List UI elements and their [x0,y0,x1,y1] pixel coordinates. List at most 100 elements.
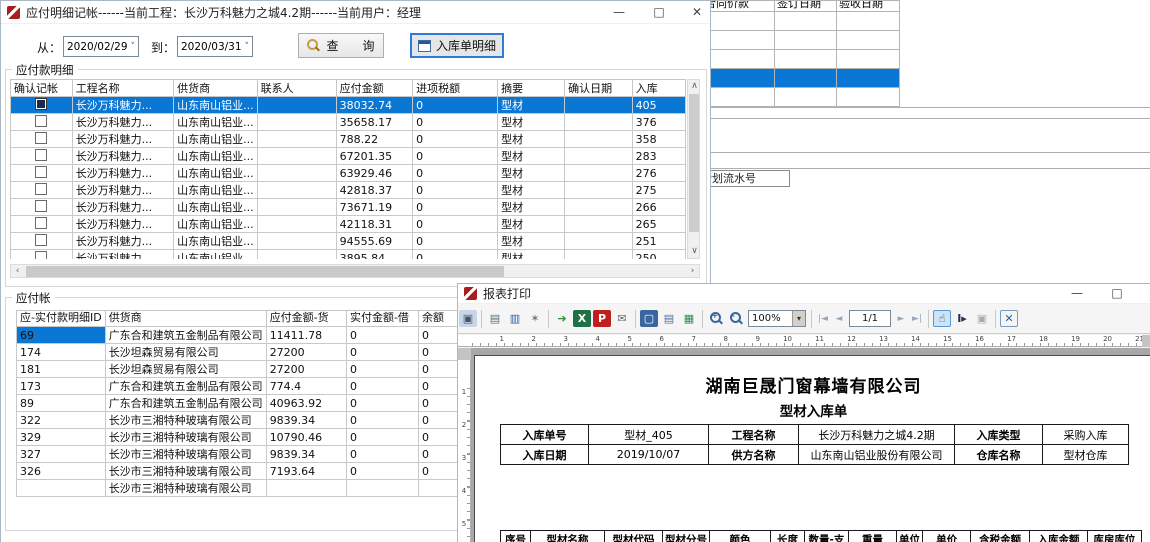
close-preview-icon[interactable]: ✕ [1000,310,1018,327]
column-header[interactable]: 进项税额 [413,80,498,97]
confirm-checkbox[interactable] [35,98,47,110]
table-row[interactable]: 长沙万科魅力... 山东南山铝业... 63929.46 0 型材 276 [11,165,686,182]
page-setup-icon[interactable]: ▥ [506,310,524,327]
table-row[interactable]: 长沙万科魅力... 山东南山铝业... 67201.35 0 型材 283 [11,148,686,165]
column-header[interactable]: 摘要 [498,80,565,97]
column-header[interactable]: 工程名称 [72,80,173,97]
table-row[interactable] [703,88,900,107]
inbound-detail-button[interactable]: 入库单明细 [410,33,504,58]
column-header[interactable]: 确认日期 [565,80,633,97]
titlebar[interactable]: 应付明细记帐------当前工程：长沙万科魅力之城4.2期------当前用户：… [1,1,710,24]
table-row[interactable]: 89 广东合和建筑五金制品有限公司 40963.92 0 0 [17,395,460,412]
table-row[interactable]: 长沙万科魅力... 山东南山铝业... 94555.69 0 型材 251 [11,233,686,250]
confirm-checkbox[interactable] [35,132,47,144]
zoom-out-icon[interactable]: - [727,310,745,327]
confirm-checkbox[interactable] [35,149,47,161]
cell-supplier: 山东南山铝业... [174,233,258,250]
table-row[interactable]: 181 长沙坦森贸易有限公司 27200 0 0 [17,361,460,378]
zoom-select[interactable]: 100% ▾ [748,310,806,327]
scroll-up-icon[interactable]: ∧ [688,80,701,93]
last-page-button[interactable]: ►| [909,314,925,324]
hand-tool-icon[interactable]: ☝ [933,310,951,327]
scroll-down-icon[interactable]: ∨ [688,245,701,258]
chevron-down-icon[interactable]: ▾ [792,311,805,326]
confirm-checkbox[interactable] [35,183,47,195]
column-header[interactable]: 入库 [632,80,685,97]
next-page-button[interactable]: ► [893,314,909,324]
maximize-button[interactable]: □ [644,3,674,22]
table-row[interactable] [703,12,900,31]
confirm-checkbox[interactable] [35,217,47,229]
column-header[interactable]: 余额 [418,311,459,327]
table-row[interactable]: 长沙万科魅力... 山东南山铝业... 35658.17 0 型材 376 [11,114,686,131]
export-icon[interactable]: ➔ [553,310,571,327]
document-icon[interactable]: ▤ [660,310,678,327]
first-page-button[interactable]: |◄ [815,314,831,324]
table-row[interactable]: 长沙万科魅力... 山东南山铝业... 38032.74 0 型材 405 [11,97,686,114]
vertical-scrollbar[interactable]: ∧ ∨ [687,79,700,259]
table-row[interactable]: 长沙市三湘特种玻璃有限公司 [17,480,460,497]
minimize-button[interactable]: — [604,3,634,22]
table-row[interactable]: 长沙万科魅力... 山东南山铝业... 788.22 0 型材 358 [11,131,686,148]
column-header[interactable]: 联系人 [257,80,336,97]
table-row[interactable]: 69 广东合和建筑五金制品有限公司 11411.78 0 0 [17,327,460,344]
export-pdf-icon[interactable]: P [593,310,611,327]
column-header[interactable]: 实付金额-借 [346,311,418,327]
export-email-icon[interactable]: ✉ [613,310,631,327]
table-row[interactable]: 329 长沙市三湘特种玻璃有限公司 10790.46 0 0 [17,429,460,446]
scroll-thumb[interactable] [26,266,504,277]
titlebar[interactable]: 报表打印 — □ ✕ [458,284,1150,304]
query-button[interactable]: 查 询 [298,33,384,58]
to-date-select[interactable]: 2020/03/31 ˅ [177,36,253,57]
column-header[interactable]: 供货商 [105,311,266,327]
report-design-icon[interactable]: ▣ [459,310,477,327]
horizontal-scrollbar[interactable]: ‹ › [10,264,700,278]
zoom-in-icon[interactable]: + [707,310,725,327]
chevron-down-icon[interactable]: ˅ [128,42,138,52]
page-number-input[interactable]: 1/1 [849,310,891,327]
from-date-select[interactable]: 2020/02/29 ˅ [63,36,139,57]
table-row[interactable]: 327 长沙市三湘特种玻璃有限公司 9839.34 0 0 [17,446,460,463]
text-select-tool-icon[interactable]: I▸ [953,310,971,327]
options-icon[interactable]: ✶ [526,310,544,327]
column-header[interactable]: 应付金额 [336,80,413,97]
confirm-checkbox[interactable] [35,251,47,260]
table-row[interactable]: 长沙万科魅力... 山东南山铝业... 3895.84 0 型材 250 [11,250,686,260]
table-row[interactable]: 173 广东合和建筑五金制品有限公司 774.4 0 0 [17,378,460,395]
table-row-selected[interactable] [703,69,900,88]
scroll-thumb[interactable] [689,94,699,232]
column-header[interactable]: 供货商 [174,80,258,97]
table-row[interactable] [703,50,900,69]
save-icon[interactable]: ▢ [640,310,658,327]
close-button[interactable]: ✕ [682,3,712,22]
payable-detail-grid: 确认记帐工程名称供货商联系人应付金额进项税额摘要确认日期入库 长沙万科魅力...… [10,79,686,259]
print-icon[interactable]: ▤ [486,310,504,327]
table-row[interactable]: 长沙万科魅力... 山东南山铝业... 73671.19 0 型材 266 [11,199,686,216]
column-header[interactable]: 应付金额-货 [266,311,346,327]
table-row[interactable]: 174 长沙坦森贸易有限公司 27200 0 0 [17,344,460,361]
column-header[interactable]: 应-实付款明细ID [17,311,106,327]
column-header[interactable]: 确认记帐 [11,80,73,97]
minimize-button[interactable]: — [1062,284,1092,303]
chevron-down-icon[interactable]: ˅ [242,42,252,52]
prev-page-button[interactable]: ◄ [831,314,847,324]
export-excel-icon[interactable]: X [573,310,591,327]
table-row[interactable]: 长沙万科魅力... 山东南山铝业... 42818.37 0 型材 275 [11,182,686,199]
scroll-right-icon[interactable]: › [686,265,699,278]
close-button[interactable]: ✕ [1142,284,1150,303]
confirm-checkbox[interactable] [35,234,47,246]
divider [995,310,996,328]
confirm-checkbox[interactable] [35,115,47,127]
copy-icon[interactable]: ▣ [973,310,991,327]
table-row[interactable]: 322 长沙市三湘特种玻璃有限公司 9839.34 0 0 [17,412,460,429]
export-table-icon[interactable]: ▦ [680,310,698,327]
maximize-button[interactable]: □ [1102,284,1132,303]
table-row[interactable]: 326 长沙市三湘特种玻璃有限公司 7193.64 0 0 [17,463,460,480]
table-row[interactable] [703,31,900,50]
preview-canvas[interactable]: 12345 湖南巨晟门窗幕墙有限公司 型材入库单 入库单号 型材_405 工程名… [458,348,1150,542]
confirm-checkbox[interactable] [35,166,47,178]
table-row[interactable]: 长沙万科魅力... 山东南山铝业... 42118.31 0 型材 265 [11,216,686,233]
confirm-checkbox[interactable] [35,200,47,212]
info-value: 采购入库 [1043,425,1129,445]
scroll-left-icon[interactable]: ‹ [11,265,24,278]
